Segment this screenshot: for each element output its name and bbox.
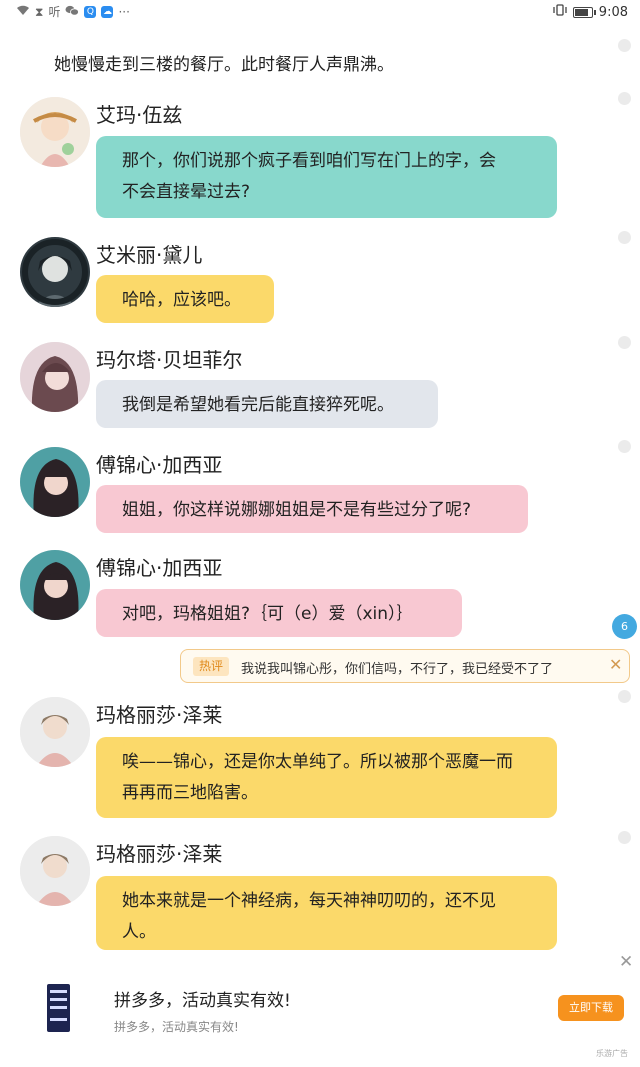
close-icon[interactable]: ✕ bbox=[619, 952, 633, 972]
message-bubble: 哈哈，应该吧。 bbox=[96, 275, 274, 323]
comment-count-badge[interactable]: 6 bbox=[612, 614, 637, 639]
ad-label: 乐游广告 bbox=[596, 1049, 628, 1058]
side-dot bbox=[618, 690, 631, 703]
speaker-name: 玛格丽莎·泽莱 bbox=[96, 842, 223, 866]
side-dot bbox=[618, 336, 631, 349]
ad-thumbnail[interactable] bbox=[47, 984, 70, 1032]
hourglass-icon: ⧗ bbox=[35, 5, 44, 19]
message-line: 哈哈，应该吧。 bbox=[122, 290, 241, 310]
speaker-name: 艾米丽·黛儿 bbox=[96, 243, 203, 267]
message-line: 人。 bbox=[122, 922, 156, 942]
hot-comment-badge: 热评 bbox=[193, 657, 230, 676]
avatar[interactable] bbox=[20, 97, 90, 167]
battery-icon bbox=[572, 6, 596, 18]
speaker-name: 傅锦心·加西亚 bbox=[96, 556, 223, 580]
hot-comment-text: 我说我叫锦心彤，你们信吗，不行了，我已经受不了了 bbox=[241, 662, 554, 677]
message-bubble: 姐姐，你这样说娜娜姐姐是不是有些过分了呢? bbox=[96, 485, 528, 533]
wechat-icon bbox=[65, 5, 80, 19]
ad-subtitle: 拼多多，活动真实有效! bbox=[114, 1020, 239, 1034]
avatar[interactable] bbox=[20, 447, 90, 517]
message-line: 我倒是希望她看完后能直接猝死呢。 bbox=[122, 395, 394, 415]
avatar[interactable] bbox=[20, 836, 90, 906]
avatar[interactable] bbox=[20, 550, 90, 620]
avatar[interactable] bbox=[20, 237, 90, 307]
message-bubble: 她本来就是一个神经病，每天神神叨叨的，还不见 人。 bbox=[96, 876, 557, 950]
message-bubble: 唉——锦心，还是你太单纯了。所以被那个恶魔一而 再再而三地陷害。 bbox=[96, 737, 557, 818]
ad-banner[interactable]: ✕ 拼多多，活动真实有效! 拼多多，活动真实有效! 立即下载 乐游广告 bbox=[0, 950, 640, 1067]
avatar[interactable] bbox=[20, 342, 90, 412]
close-icon[interactable]: ✕ bbox=[609, 655, 622, 674]
message-bubble: 那个，你们说那个疯子看到咱们写在门上的字，会 不会直接晕过去? bbox=[96, 136, 557, 218]
side-dot bbox=[618, 831, 631, 844]
status-bar: ⧗ 听 Q ☁ ··· 9:08 bbox=[0, 0, 640, 26]
message-line: 唉——锦心，还是你太单纯了。所以被那个恶魔一而 bbox=[122, 752, 513, 772]
message-line: 再再而三地陷害。 bbox=[122, 783, 258, 803]
side-dot bbox=[618, 440, 631, 453]
vibrate-icon bbox=[553, 4, 567, 20]
message-line: 她本来就是一个神经病，每天神神叨叨的，还不见 bbox=[122, 891, 496, 911]
message-line: 对吧，玛格姐姐?｛可（e）爱（xin）｝ bbox=[122, 604, 414, 624]
message-line: 那个，你们说那个疯子看到咱们写在门上的字，会 bbox=[122, 151, 496, 171]
status-bar-right: 9:08 bbox=[553, 4, 628, 20]
side-dot bbox=[618, 39, 631, 52]
download-button[interactable]: 立即下载 bbox=[558, 995, 624, 1021]
speaker-name: 艾玛·伍兹 bbox=[96, 103, 183, 127]
message-line: 姐姐，你这样说娜娜姐姐是不是有些过分了呢? bbox=[122, 500, 472, 520]
ting-app-icon: 听 bbox=[48, 5, 61, 19]
more-icon: ··· bbox=[118, 5, 130, 19]
ad-title[interactable]: 拼多多，活动真实有效! bbox=[114, 986, 291, 1011]
narration-text: 她慢慢走到三楼的餐厅。此时餐厅人声鼎沸。 bbox=[54, 55, 394, 75]
status-bar-left: ⧗ 听 Q ☁ ··· bbox=[16, 5, 130, 19]
message-bubble: 我倒是希望她看完后能直接猝死呢。 bbox=[96, 380, 438, 428]
side-dot bbox=[618, 92, 631, 105]
speaker-name: 玛格丽莎·泽莱 bbox=[96, 703, 223, 727]
message-bubble: 对吧，玛格姐姐?｛可（e）爱（xin）｝ bbox=[96, 589, 462, 637]
speaker-name: 玛尔塔·贝坦菲尔 bbox=[96, 348, 243, 372]
avatar[interactable] bbox=[20, 697, 90, 767]
hot-comment[interactable]: 热评 我说我叫锦心彤，你们信吗，不行了，我已经受不了了 ✕ bbox=[180, 649, 630, 683]
message-line: 不会直接晕过去? bbox=[122, 182, 251, 202]
side-dot bbox=[618, 231, 631, 244]
clock: 9:08 bbox=[598, 4, 628, 20]
wifi-icon bbox=[16, 5, 30, 19]
cloud-app-icon: ☁ bbox=[101, 6, 114, 18]
app-notification-icon: Q bbox=[84, 6, 97, 18]
speaker-name: 傅锦心·加西亚 bbox=[96, 453, 223, 477]
